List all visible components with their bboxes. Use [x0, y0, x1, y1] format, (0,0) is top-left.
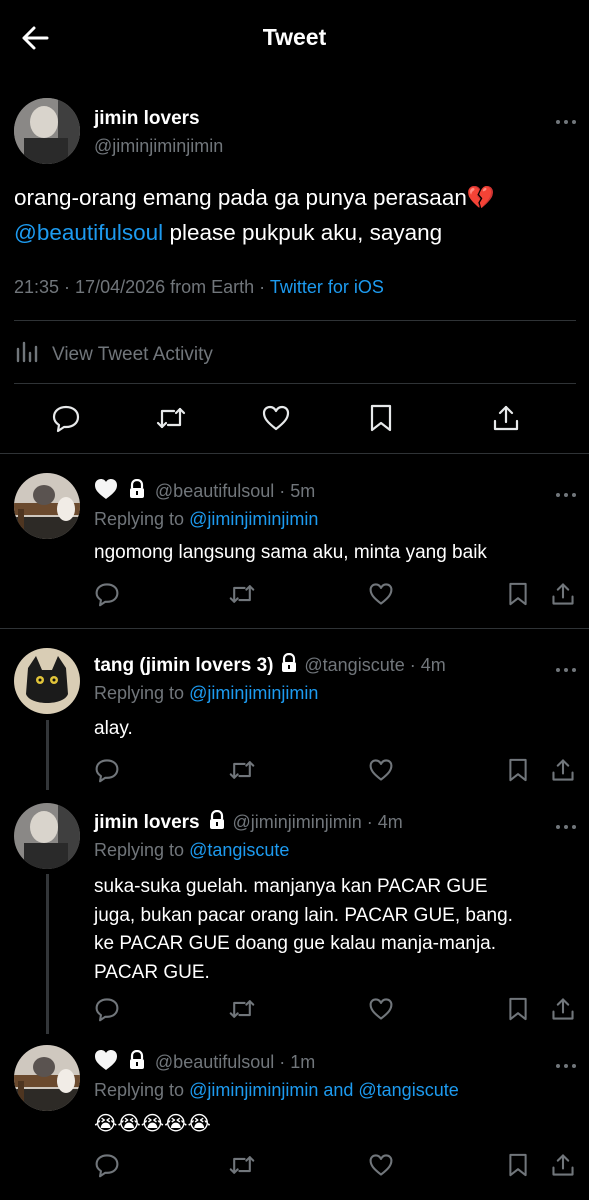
bookmark-icon[interactable] [368, 403, 394, 433]
reply-text: suka-suka guelah. manjanya kan PACAR GUE… [94, 873, 513, 987]
reply-author-name[interactable]: tang (jimin lovers 3) [94, 655, 273, 676]
analytics-icon [14, 339, 40, 371]
tweet-timestamp: 21:35 · 17/04/2026 from Earth · [14, 277, 266, 297]
reply-icon[interactable] [94, 1152, 120, 1178]
reply-avatar[interactable] [14, 473, 80, 539]
replying-to: Replying to @jiminjiminjimin and @tangis… [94, 1080, 459, 1101]
thread-line [46, 874, 49, 1034]
reply-author-name[interactable]: jimin lovers [94, 812, 200, 833]
like-icon[interactable] [368, 1152, 394, 1178]
replying-to-prefix: Replying to [94, 683, 185, 703]
reply-text: ngomong langsung sama aku, minta yang ba… [94, 542, 487, 563]
bookmark-icon[interactable] [507, 1152, 529, 1178]
bookmark-icon[interactable] [507, 757, 529, 783]
share-icon[interactable] [550, 996, 576, 1022]
reply-text-line: juga, bukan pacar orang lain. PACAR GUE,… [94, 904, 513, 926]
reply-handle-meta[interactable]: @tangiscute · 4m [304, 655, 445, 675]
broken-heart-emoji: 💔 [466, 185, 495, 210]
more-dots-icon[interactable] [555, 660, 577, 678]
retweet-icon[interactable] [228, 581, 256, 607]
like-icon[interactable] [261, 403, 291, 433]
thread-line [46, 720, 49, 790]
tweet-detail-screen: Tweet jimin lovers @jiminjiminjimin oran… [0, 0, 589, 1200]
replying-to-prefix: Replying to [94, 840, 185, 860]
replying-to-prefix: Replying to [94, 509, 185, 529]
share-icon[interactable] [491, 403, 521, 433]
lock-icon [208, 809, 226, 835]
reply-text-line: ke PACAR GUE doang gue kalau manja-manja… [94, 933, 497, 954]
reply-handle-meta[interactable]: @beautifulsoul · 5m [155, 481, 315, 501]
tweet-text-line2: please pukpuk aku, sayang [163, 220, 443, 245]
tweet-meta: 21:35 · 17/04/2026 from Earth · Twitter … [14, 277, 384, 298]
replying-to-link[interactable]: @tangiscute [189, 840, 289, 860]
lock-icon [280, 652, 298, 678]
replying-to-link[interactable]: @jiminjiminjimin [189, 683, 318, 703]
share-icon[interactable] [550, 757, 576, 783]
share-icon[interactable] [550, 1152, 576, 1178]
page-title: Tweet [262, 24, 327, 50]
reply-avatar[interactable] [14, 803, 80, 869]
divider [14, 383, 576, 384]
bookmark-icon[interactable] [507, 581, 529, 607]
reply-text-line: suka-suka guelah. manjanya kan PACAR GUE [94, 876, 488, 897]
reply-avatar[interactable] [14, 648, 80, 714]
replying-to: Replying to @jiminjiminjimin [94, 509, 318, 530]
like-icon[interactable] [368, 757, 394, 783]
view-activity-label: View Tweet Activity [52, 344, 213, 365]
like-icon[interactable] [368, 581, 394, 607]
reply-handle-meta[interactable]: @jiminjiminjimin · 4m [233, 812, 403, 832]
reply-text: alay. [94, 718, 133, 739]
replying-to-link[interactable]: @jiminjiminjimin and @tangiscute [189, 1080, 459, 1100]
lock-icon [128, 1049, 146, 1075]
mention-link[interactable]: @beautifulsoul [14, 220, 163, 245]
reply-header: @beautifulsoul · 5m [94, 478, 315, 505]
reply-header: tang (jimin lovers 3) @tangiscute · 4m [94, 652, 446, 678]
lock-icon [128, 478, 146, 504]
reply-avatar[interactable] [14, 1045, 80, 1111]
more-dots-icon[interactable] [555, 485, 577, 503]
share-icon[interactable] [550, 581, 576, 607]
like-icon[interactable] [368, 996, 394, 1022]
replying-to: Replying to @tangiscute [94, 840, 289, 861]
retweet-icon[interactable] [155, 403, 187, 433]
reply-handle-meta[interactable]: @beautifulsoul · 1m [155, 1052, 315, 1072]
tweet-client-link[interactable]: Twitter for iOS [270, 277, 384, 297]
reply-icon[interactable] [51, 403, 81, 433]
reply-header: @beautifulsoul · 1m [94, 1049, 315, 1076]
author-avatar[interactable] [14, 98, 80, 164]
tweet-text: orang-orang emang pada ga punya perasaan… [14, 180, 574, 250]
reply-icon[interactable] [94, 581, 120, 607]
author-name[interactable]: jimin lovers [94, 108, 200, 130]
reply-icon[interactable] [94, 757, 120, 783]
reply-text-line: PACAR GUE. [94, 961, 210, 983]
view-activity-button[interactable]: View Tweet Activity [14, 339, 213, 371]
divider [0, 628, 589, 629]
author-handle[interactable]: @jiminjiminjimin [94, 136, 223, 157]
replying-to: Replying to @jiminjiminjimin [94, 683, 318, 704]
retweet-icon[interactable] [228, 1152, 256, 1178]
reply-text: 😭😭😭😭😭 [94, 1113, 211, 1135]
replying-to-prefix: Replying to [94, 1080, 185, 1100]
reply-header: jimin lovers @jiminjiminjimin · 4m [94, 809, 403, 835]
bookmark-icon[interactable] [507, 996, 529, 1022]
retweet-icon[interactable] [228, 757, 256, 783]
reply-icon[interactable] [94, 996, 120, 1022]
retweet-icon[interactable] [228, 996, 256, 1022]
more-dots-icon[interactable] [555, 113, 577, 125]
divider [14, 320, 576, 321]
more-dots-icon[interactable] [555, 1056, 577, 1074]
white-heart-icon [94, 478, 118, 505]
more-dots-icon[interactable] [555, 817, 577, 835]
replying-to-link[interactable]: @jiminjiminjimin [189, 509, 318, 529]
divider [0, 453, 589, 454]
white-heart-icon [94, 1049, 118, 1076]
tweet-text-line1: orang-orang emang pada ga punya perasaan [14, 185, 467, 210]
